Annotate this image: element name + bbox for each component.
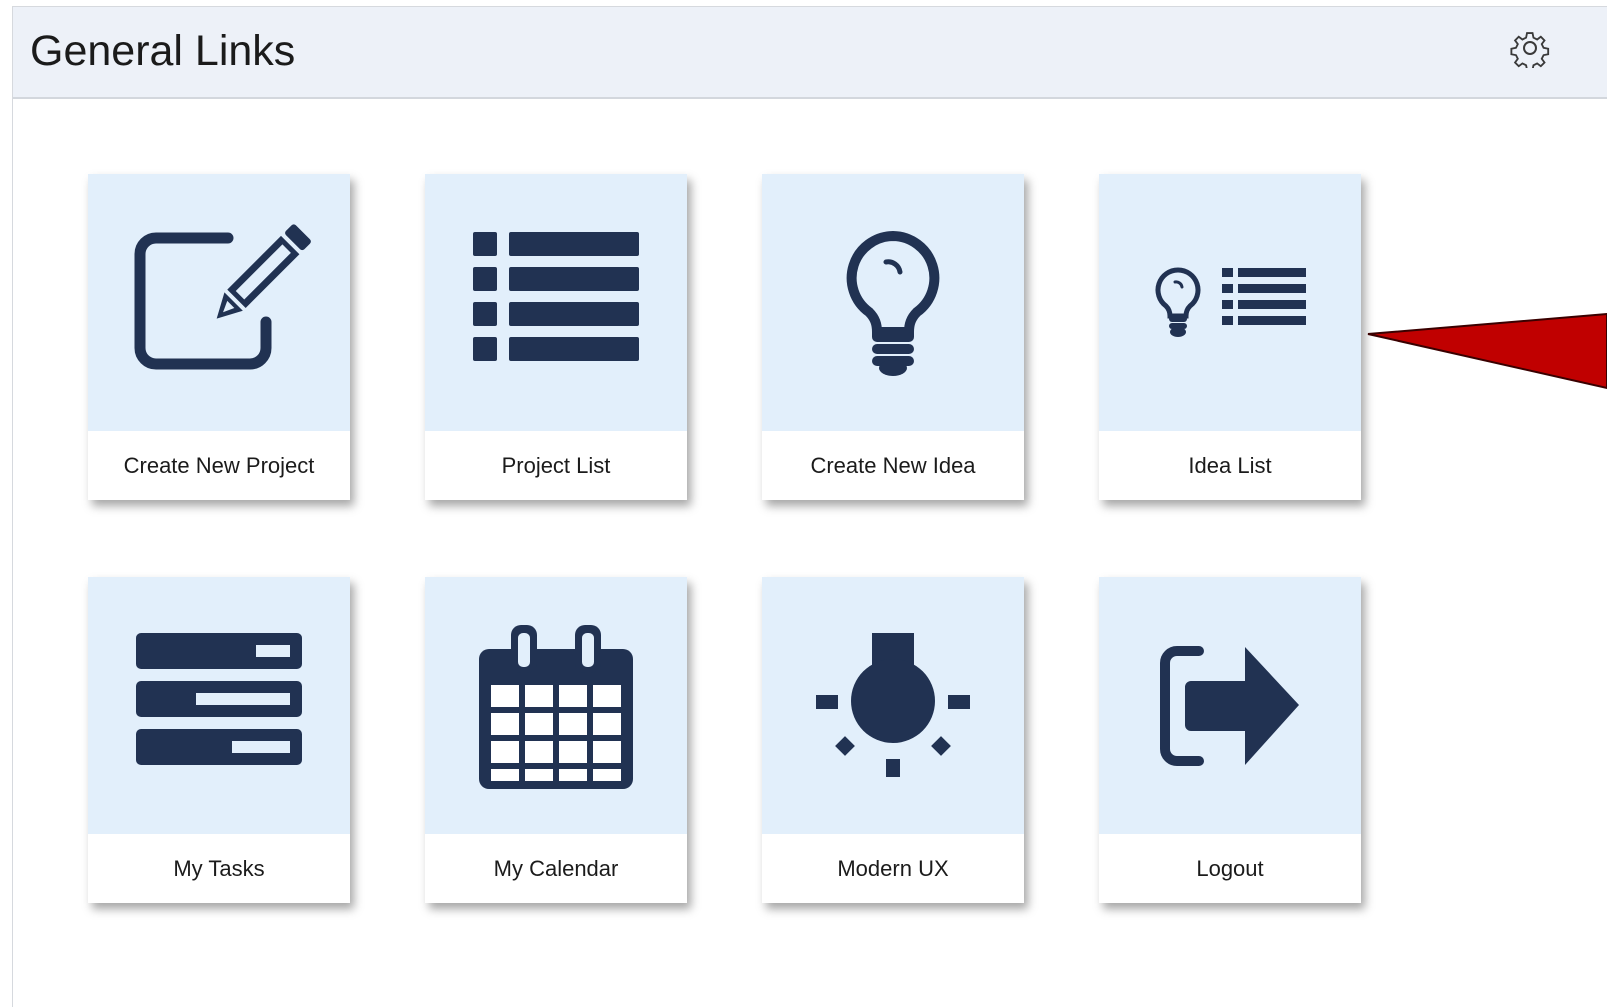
tile-label: Modern UX xyxy=(837,856,949,881)
tile-my-tasks[interactable]: My Tasks xyxy=(88,577,350,903)
annotation-arrow xyxy=(1367,312,1607,390)
gear-icon[interactable] xyxy=(1510,28,1550,71)
tile-logout[interactable]: Logout xyxy=(1099,577,1361,903)
lightbulb-icon xyxy=(846,230,940,376)
tile-label: Idea List xyxy=(1188,453,1272,478)
tile-label: Create New Idea xyxy=(810,453,976,478)
list-icon xyxy=(473,232,639,361)
tile-label: Project List xyxy=(501,453,611,478)
tile-modern-ux[interactable]: Modern UX xyxy=(762,577,1024,903)
idea-list-icon xyxy=(1155,267,1306,337)
tile-create-new-project[interactable]: Create New Project xyxy=(88,174,350,500)
tile-project-list[interactable]: Project List xyxy=(425,174,687,500)
tile-label: My Calendar xyxy=(493,856,619,881)
tile-label: My Tasks xyxy=(173,856,265,881)
logout-icon xyxy=(1160,646,1299,766)
tile-label: Logout xyxy=(1196,856,1264,881)
bright-bulb-icon xyxy=(816,633,970,777)
tile-idea-list[interactable]: Idea List xyxy=(1099,174,1361,500)
tile-create-new-idea[interactable]: Create New Idea xyxy=(762,174,1024,500)
calendar-icon xyxy=(479,625,633,789)
edit-icon xyxy=(134,224,311,370)
tile-my-calendar[interactable]: My Calendar xyxy=(425,577,687,903)
panel-header: General Links xyxy=(13,7,1607,99)
panel-title: General Links xyxy=(30,27,296,75)
tile-label: Create New Project xyxy=(123,453,315,478)
tasks-icon xyxy=(136,633,302,765)
